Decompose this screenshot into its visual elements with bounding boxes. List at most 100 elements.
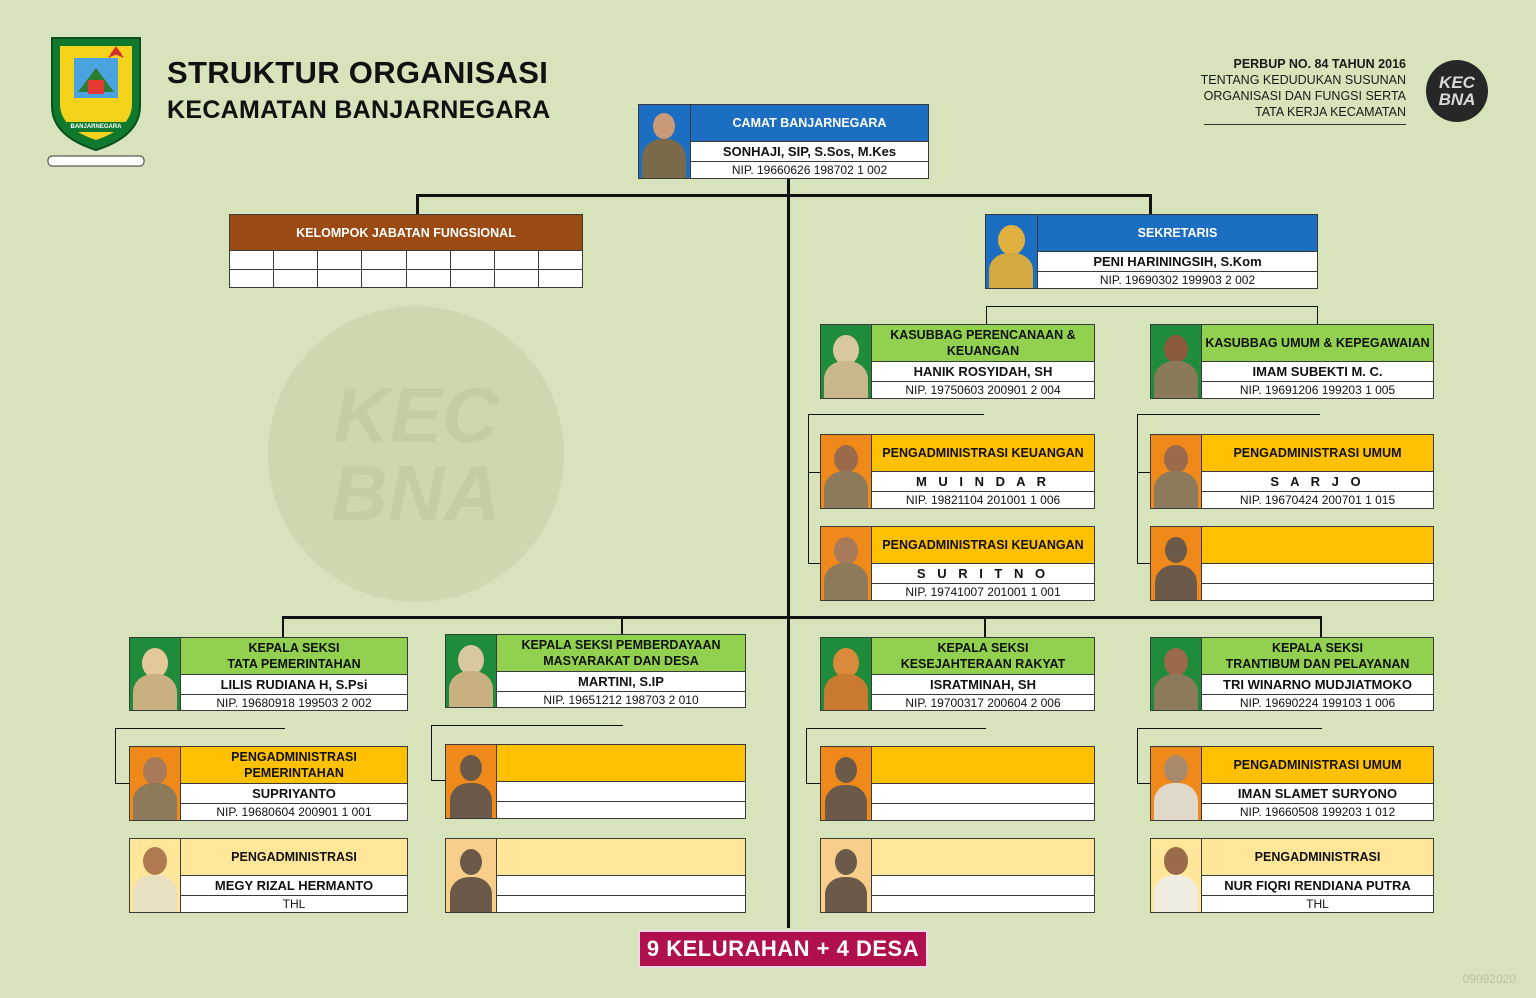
kelurahan-desa-banner: 9 KELURAHAN + 4 DESA bbox=[638, 930, 928, 968]
pengadministrasi-pemerintahan-name: SUPRIYANTO bbox=[181, 784, 407, 804]
seksi-pemerintahan-nip: NIP. 19680918 199503 2 002 bbox=[181, 695, 407, 710]
card-vacant-kesra-1 bbox=[820, 746, 1095, 821]
photo-kasubbag-keuangan bbox=[821, 325, 872, 398]
seksi-pmd-title-2: MASYARAKAT DAN DESA bbox=[543, 654, 699, 668]
pengadministrasi-pemerintahan-title-2: PEMERINTAHAN bbox=[244, 766, 344, 780]
placeholder-person-icon bbox=[446, 839, 497, 912]
kasubbag-keuangan-nip: NIP. 19750603 200901 2 004 bbox=[872, 382, 1094, 398]
pengadministrasi-keuangan-1-title: PENGADMINISTRASI KEUANGAN bbox=[872, 435, 1094, 472]
seksi-trantibum-name: TRI WINARNO MUDJIATMOKO bbox=[1202, 675, 1433, 695]
sekretaris-nip: NIP. 19690302 199903 2 002 bbox=[1038, 272, 1317, 288]
card-pengadministrasi-umum-trantibum: PENGADMINISTRASI UMUM IMAN SLAMET SURYON… bbox=[1150, 746, 1434, 821]
pengadministrasi-keuangan-1-nip: NIP. 19821104 201001 1 006 bbox=[872, 492, 1094, 508]
pengadministrasi-umum-trantibum-name: IMAN SLAMET SURYONO bbox=[1202, 784, 1433, 804]
card-vacant-pmd-1 bbox=[445, 744, 746, 819]
seksi-pemerintahan-name: LILIS RUDIANA H, S.Psi bbox=[181, 675, 407, 695]
seksi-pemerintahan-title-2: TATA PEMERINTAHAN bbox=[227, 657, 361, 671]
photo-pengadministrasi-keuangan-1 bbox=[821, 435, 872, 508]
photo-seksi-trantibum bbox=[1151, 638, 1202, 710]
photo-seksi-pmd bbox=[446, 635, 497, 707]
regulation-note: PERBUP NO. 84 TAHUN 2016 TENTANG KEDUDUK… bbox=[1146, 56, 1406, 125]
page-title: STRUKTUR ORGANISASI bbox=[167, 55, 549, 90]
camat-name: SONHAJI, SIP, S.Sos, M.Kes bbox=[691, 142, 928, 162]
badge-line-2: BNA bbox=[1438, 90, 1476, 109]
kasubbag-umum-nip: NIP. 19691206 199203 1 005 bbox=[1202, 382, 1433, 398]
seksi-pmd-title-1: KEPALA SEKSI PEMBERDAYAAN bbox=[521, 638, 721, 652]
placeholder-person-icon bbox=[821, 747, 872, 820]
photo-pengadministrasi-thl-pemerintahan bbox=[130, 839, 181, 912]
pengadministrasi-thl-pemerintahan-name: MEGY RIZAL HERMANTO bbox=[181, 876, 407, 896]
kec-bna-badge: KEC BNA bbox=[1426, 60, 1488, 122]
card-sekretaris: SEKRETARIS PENI HARININGSIH, S.Kom NIP. … bbox=[985, 214, 1318, 289]
photo-seksi-pemerintahan bbox=[130, 638, 181, 710]
regency-logo-label: BANJARNEGARA bbox=[70, 124, 122, 130]
card-seksi-trantibum: KEPALA SEKSI TRANTIBUM DAN PELAYANAN TRI… bbox=[1150, 637, 1434, 711]
pengadministrasi-pemerintahan-title-1: PENGADMINISTRASI bbox=[231, 750, 357, 764]
regulation-line-3: TATA KERJA KECAMATAN bbox=[1255, 105, 1406, 119]
regulation-line-2: ORGANISASI DAN FUNGSI SERTA bbox=[1203, 89, 1406, 103]
pengadministrasi-umum-1-name: S A R J O bbox=[1202, 472, 1433, 492]
badge-line-1: KEC bbox=[1439, 73, 1475, 92]
regulation-line-1: TENTANG KEDUDUKAN SUSUNAN bbox=[1200, 73, 1406, 87]
photo-pengadministrasi-pemerintahan bbox=[130, 747, 181, 820]
card-vacant-umum bbox=[1150, 526, 1434, 601]
card-seksi-pmd: KEPALA SEKSI PEMBERDAYAAN MASYARAKAT DAN… bbox=[445, 634, 746, 708]
card-pengadministrasi-umum-1: PENGADMINISTRASI UMUM S A R J O NIP. 196… bbox=[1150, 434, 1434, 509]
seksi-kesra-name: ISRATMINAH, SH bbox=[872, 675, 1094, 695]
placeholder-person-icon bbox=[821, 839, 872, 912]
card-camat: CAMAT BANJARNEGARA SONHAJI, SIP, S.Sos, … bbox=[638, 104, 929, 179]
regulation-title: PERBUP NO. 84 TAHUN 2016 bbox=[1233, 57, 1406, 71]
image-code: 09092020 bbox=[1462, 972, 1516, 986]
seksi-trantibum-title-2: TRANTIBUM DAN PELAYANAN bbox=[1225, 657, 1410, 671]
watermark-line-1: KEC bbox=[333, 371, 499, 459]
seksi-kesra-title-1: KEPALA SEKSI bbox=[937, 641, 1029, 655]
fungsional-grid bbox=[229, 250, 583, 288]
seksi-trantibum-title-1: KEPALA SEKSI bbox=[1272, 641, 1363, 655]
pengadministrasi-keuangan-2-title: PENGADMINISTRASI KEUANGAN bbox=[872, 527, 1094, 564]
seksi-trantibum-nip: NIP. 19690224 199103 1 006 bbox=[1202, 695, 1433, 710]
sekretaris-title: SEKRETARIS bbox=[1038, 215, 1317, 252]
card-vacant-pmd-2 bbox=[445, 838, 746, 913]
card-pengadministrasi-thl-pemerintahan: PENGADMINISTRASI MEGY RIZAL HERMANTO THL bbox=[129, 838, 408, 913]
photo-kasubbag-umum bbox=[1151, 325, 1202, 398]
seksi-kesra-title-2: KESEJAHTERAAN RAKYAT bbox=[900, 657, 1066, 671]
pengadministrasi-umum-1-nip: NIP. 19670424 200701 1 015 bbox=[1202, 492, 1433, 508]
sekretaris-name: PENI HARININGSIH, S.Kom bbox=[1038, 252, 1317, 272]
card-pengadministrasi-pemerintahan: PENGADMINISTRASI PEMERINTAHAN SUPRIYANTO… bbox=[129, 746, 408, 821]
card-seksi-pemerintahan: KEPALA SEKSI TATA PEMERINTAHAN LILIS RUD… bbox=[129, 637, 408, 711]
pengadministrasi-thl-pemerintahan-title: PENGADMINISTRASI bbox=[181, 839, 407, 876]
card-pengadministrasi-keuangan-1: PENGADMINISTRASI KEUANGAN M U I N D A R … bbox=[820, 434, 1095, 509]
kasubbag-keuangan-name: HANIK ROSYIDAH, SH bbox=[872, 362, 1094, 382]
seksi-pmd-name: MARTINI, S.IP bbox=[497, 672, 745, 692]
seksi-trantibum-title: KEPALA SEKSI TRANTIBUM DAN PELAYANAN bbox=[1202, 638, 1433, 675]
pengadministrasi-umum-1-title: PENGADMINISTRASI UMUM bbox=[1202, 435, 1433, 472]
seksi-pemerintahan-title-1: KEPALA SEKSI bbox=[248, 641, 340, 655]
pengadministrasi-thl-trantibum-title: PENGADMINISTRASI bbox=[1202, 839, 1433, 876]
card-kasubbag-keuangan: KASUBBAG PERENCANAAN & KEUANGAN HANIK RO… bbox=[820, 324, 1095, 399]
pengadministrasi-thl-pemerintahan-status: THL bbox=[181, 896, 407, 912]
photo-pengadministrasi-thl-trantibum bbox=[1151, 839, 1202, 912]
placeholder-person-icon bbox=[446, 745, 497, 818]
pengadministrasi-keuangan-2-nip: NIP. 19741007 201001 1 001 bbox=[872, 584, 1094, 600]
watermark-line-2: BNA bbox=[331, 449, 501, 537]
seksi-kesra-nip: NIP. 19700317 200604 2 006 bbox=[872, 695, 1094, 710]
photo-seksi-kesra bbox=[821, 638, 872, 710]
seksi-kesra-title: KEPALA SEKSI KESEJAHTERAAN RAKYAT bbox=[872, 638, 1094, 675]
photo-pengadministrasi-keuangan-2 bbox=[821, 527, 872, 600]
pengadministrasi-keuangan-1-name: M U I N D A R bbox=[872, 472, 1094, 492]
pengadministrasi-umum-trantibum-title: PENGADMINISTRASI UMUM bbox=[1202, 747, 1433, 784]
card-pengadministrasi-thl-trantibum: PENGADMINISTRASI NUR FIQRI RENDIANA PUTR… bbox=[1150, 838, 1434, 913]
seksi-pmd-title: KEPALA SEKSI PEMBERDAYAAN MASYARAKAT DAN… bbox=[497, 635, 745, 672]
kec-bna-watermark: KEC BNA bbox=[268, 306, 564, 602]
pengadministrasi-keuangan-2-name: S U R I T N O bbox=[872, 564, 1094, 584]
regency-logo: BANJARNEGARA bbox=[44, 28, 148, 170]
camat-nip: NIP. 19660626 198702 1 002 bbox=[691, 162, 928, 178]
card-kasubbag-umum: KASUBBAG UMUM & KEPEGAWAIAN IMAM SUBEKTI… bbox=[1150, 324, 1434, 399]
card-seksi-kesra: KEPALA SEKSI KESEJAHTERAAN RAKYAT ISRATM… bbox=[820, 637, 1095, 711]
page-subtitle: KECAMATAN BANJARNEGARA bbox=[167, 96, 551, 124]
camat-title: CAMAT BANJARNEGARA bbox=[691, 105, 928, 142]
card-fungsional: KELOMPOK JABATAN FUNGSIONAL bbox=[229, 214, 583, 252]
photo-pengadministrasi-umum-1 bbox=[1151, 435, 1202, 508]
fungsional-title: KELOMPOK JABATAN FUNGSIONAL bbox=[230, 215, 582, 252]
pengadministrasi-thl-trantibum-status: THL bbox=[1202, 896, 1433, 912]
